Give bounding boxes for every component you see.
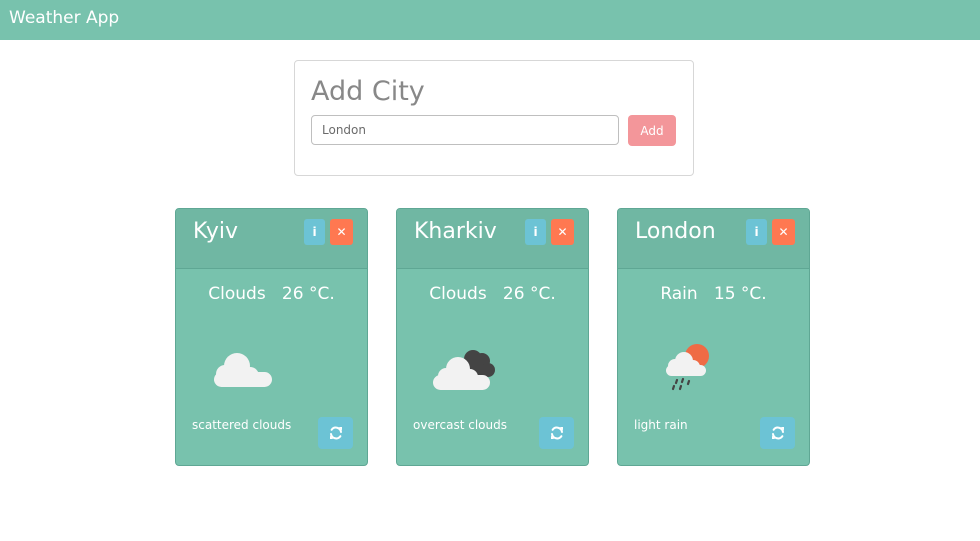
card-header: Kyiv i ✕: [176, 209, 367, 269]
weather-description: light rain: [634, 418, 688, 432]
info-button[interactable]: i: [304, 219, 325, 245]
close-icon: ✕: [778, 225, 789, 239]
refresh-button[interactable]: [760, 417, 795, 449]
navbar: Weather App: [0, 0, 980, 40]
add-city-card: Add City Add: [294, 60, 694, 176]
delete-button[interactable]: ✕: [330, 219, 353, 245]
close-icon: ✕: [336, 225, 347, 239]
city-name: London: [635, 219, 716, 244]
add-button[interactable]: Add: [628, 115, 676, 146]
add-city-heading: Add City: [311, 76, 425, 107]
info-icon: i: [754, 225, 759, 239]
refresh-button[interactable]: [539, 417, 574, 449]
city-card-kharkiv: Kharkiv i ✕ Clouds 26 °C. overcast cloud…: [396, 208, 589, 466]
weather-summary: Clouds 26 °C.: [429, 284, 556, 304]
city-input[interactable]: [311, 115, 619, 145]
city-name: Kharkiv: [414, 219, 497, 244]
city-card-london: London i ✕ Rain 15 °C. light rain: [617, 208, 810, 466]
city-name: Kyiv: [193, 219, 238, 244]
info-button[interactable]: i: [746, 219, 767, 245]
info-icon: i: [312, 225, 317, 239]
light-rain-icon: [666, 344, 709, 391]
overcast-clouds-icon: [433, 350, 495, 390]
weather-summary: Clouds 26 °C.: [208, 284, 335, 304]
refresh-icon: [550, 426, 563, 440]
info-icon: i: [533, 225, 538, 239]
scattered-clouds-icon: [214, 353, 272, 387]
card-header: Kharkiv i ✕: [397, 209, 588, 269]
info-button[interactable]: i: [525, 219, 546, 245]
close-icon: ✕: [557, 225, 568, 239]
weather-description: overcast clouds: [413, 418, 507, 432]
refresh-icon: [329, 426, 342, 440]
delete-button[interactable]: ✕: [551, 219, 574, 245]
refresh-button[interactable]: [318, 417, 353, 449]
city-card-kyiv: Kyiv i ✕ Clouds 26 °C. scattered clouds: [175, 208, 368, 466]
app-title[interactable]: Weather App: [9, 8, 119, 28]
delete-button[interactable]: ✕: [772, 219, 795, 245]
weather-summary: Rain 15 °C.: [660, 284, 767, 304]
refresh-icon: [771, 426, 784, 440]
weather-description: scattered clouds: [192, 418, 292, 432]
card-header: London i ✕: [618, 209, 809, 269]
